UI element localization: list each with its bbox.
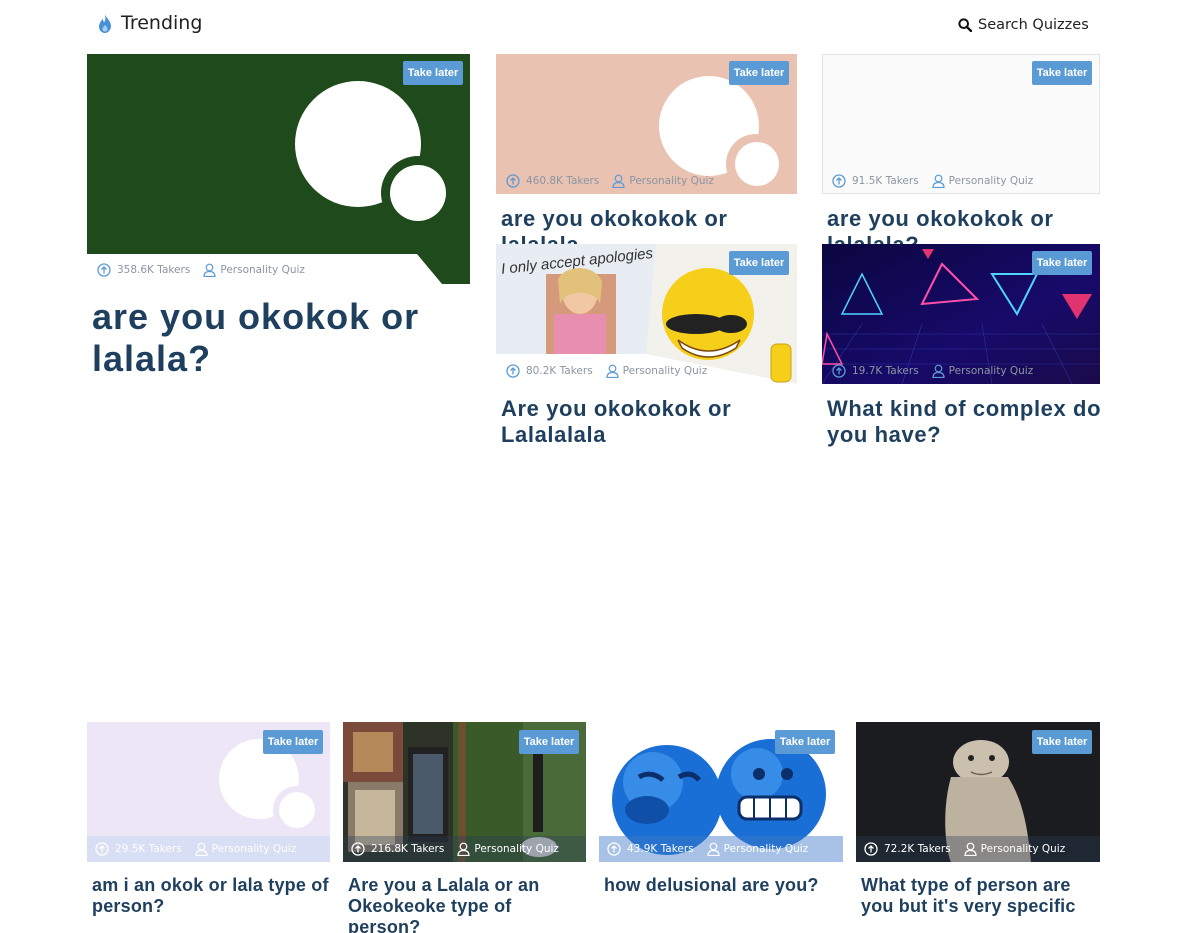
quiz-type: Personality Quiz — [948, 365, 1034, 377]
quiz-title[interactable]: are you okokok or lalala? — [92, 296, 472, 380]
takers-count: 29.5K Takers — [115, 843, 182, 855]
quiz-type: Personality Quiz — [622, 365, 708, 377]
take-later-button[interactable]: Take later — [263, 730, 323, 754]
search-quizzes-label: Search Quizzes — [978, 17, 1089, 33]
search-quizzes-button[interactable]: Search Quizzes — [958, 17, 1089, 33]
quiz-card[interactable]: 29.5K Takers Personality Quiz Take later… — [87, 722, 330, 922]
quiz-meta: 460.8K Takers Personality Quiz — [506, 174, 714, 188]
takers-count: 72.2K Takers — [884, 843, 951, 855]
quiz-card[interactable]: Take later 91.5K Takers Personality Quiz… — [822, 54, 1100, 257]
person-icon — [932, 174, 945, 188]
upvote-icon — [832, 174, 846, 188]
quiz-type: Personality Quiz — [211, 843, 297, 855]
quiz-meta: 19.7K Takers Personality Quiz — [832, 364, 1033, 378]
quiz-card[interactable]: Take later 460.8K Takers Personality Qui… — [496, 54, 797, 257]
quiz-meta: 91.5K Takers Personality Quiz — [832, 174, 1033, 188]
quiz-type: Personality Quiz — [948, 175, 1034, 187]
quiz-card[interactable]: I only accept apologies in c Take later … — [496, 244, 797, 447]
quiz-type: Personality Quiz — [629, 175, 714, 187]
upvote-icon — [97, 263, 111, 277]
take-later-button[interactable]: Take later — [775, 730, 835, 754]
person-icon — [932, 364, 945, 378]
quiz-card[interactable]: Take later 358.6K Takers Personality Qui… — [87, 54, 470, 379]
quiz-thumbnail[interactable] — [87, 54, 470, 284]
quiz-type: Personality Quiz — [980, 843, 1066, 855]
quiz-card[interactable]: 216.8K Takers Personality Quiz Take late… — [343, 722, 586, 933]
quiz-title[interactable]: What type of person are you but it's ver… — [861, 875, 1101, 917]
quiz-title[interactable]: What kind of complex do you have? — [827, 396, 1103, 448]
meta-bar: 43.9K Takers Personality Quiz — [599, 836, 843, 862]
person-icon — [606, 364, 619, 378]
take-later-button[interactable]: Take later — [729, 61, 789, 85]
take-later-button[interactable]: Take later — [1032, 730, 1092, 754]
person-icon — [707, 842, 720, 856]
take-later-button[interactable]: Take later — [403, 61, 463, 85]
person-icon — [203, 263, 216, 277]
quiz-type: Personality Quiz — [220, 264, 305, 276]
upvote-icon — [832, 364, 846, 378]
flame-icon — [99, 13, 111, 33]
quiz-type: Personality Quiz — [474, 843, 559, 855]
upvote-icon — [506, 364, 520, 378]
quiz-meta: 358.6K Takers Personality Quiz — [97, 263, 305, 277]
quiz-card[interactable]: Take later 19.7K Takers Personality Quiz… — [822, 244, 1103, 454]
takers-count: 216.8K Takers — [371, 843, 445, 855]
takers-count: 43.9K Takers — [627, 843, 694, 855]
quiz-meta: 72.2K Takers Personality Quiz — [864, 842, 1065, 856]
takers-count: 19.7K Takers — [852, 365, 919, 377]
person-icon — [612, 174, 625, 188]
quiz-card[interactable]: 43.9K Takers Personality Quiz Take later… — [599, 722, 843, 922]
quiz-meta: 80.2K Takers Personality Quiz — [506, 364, 707, 378]
meta-bar: 72.2K Takers Personality Quiz — [856, 836, 1100, 862]
takers-count: 91.5K Takers — [852, 175, 919, 187]
person-icon — [964, 842, 977, 856]
quiz-meta: 29.5K Takers Personality Quiz — [95, 842, 296, 856]
meta-bar: 216.8K Takers Personality Quiz — [343, 836, 586, 862]
quiz-card[interactable]: 72.2K Takers Personality Quiz Take later… — [856, 722, 1100, 922]
quiz-title[interactable]: am i an okok or lala type of person? — [92, 875, 330, 917]
quiz-type: Personality Quiz — [723, 843, 809, 855]
quiz-title[interactable]: how delusional are you? — [604, 875, 843, 896]
upvote-icon — [864, 842, 878, 856]
placeholder-image — [87, 54, 470, 284]
quiz-title[interactable]: Are you a Lalala or an Okeokeoke type of… — [348, 875, 586, 933]
meta-bar: 29.5K Takers Personality Quiz — [87, 836, 330, 862]
upvote-icon — [351, 842, 365, 856]
search-icon — [958, 18, 972, 32]
quiz-meta: 216.8K Takers Personality Quiz — [351, 842, 559, 856]
upvote-icon — [607, 842, 621, 856]
take-later-button[interactable]: Take later — [1032, 251, 1092, 275]
takers-count: 460.8K Takers — [526, 175, 600, 187]
quiz-title[interactable]: Are you okokokok or Lalalalala — [501, 396, 797, 448]
page-title: Trending — [121, 12, 203, 34]
takers-count: 358.6K Takers — [117, 264, 191, 276]
takers-count: 80.2K Takers — [526, 365, 593, 377]
upvote-icon — [95, 842, 109, 856]
take-later-button[interactable]: Take later — [729, 251, 789, 275]
upvote-icon — [506, 174, 520, 188]
person-icon — [457, 842, 470, 856]
take-later-button[interactable]: Take later — [1032, 61, 1092, 85]
quiz-meta: 43.9K Takers Personality Quiz — [607, 842, 808, 856]
trending-header: Trending — [98, 12, 202, 34]
take-later-button[interactable]: Take later — [519, 730, 579, 754]
person-icon — [195, 842, 208, 856]
